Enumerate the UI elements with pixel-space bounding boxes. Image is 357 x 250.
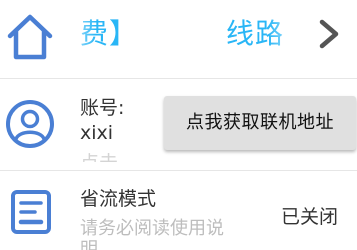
home-icon	[7, 14, 53, 60]
divider	[0, 170, 357, 171]
saving-mode-status[interactable]: 已关闭	[281, 202, 338, 229]
get-address-button[interactable]: 点我获取联机地址	[164, 96, 356, 150]
chevron-right-icon	[319, 19, 339, 49]
marquee-fade-right	[268, 8, 308, 60]
account-hint-clipped: 点击	[80, 152, 118, 162]
divider	[0, 78, 357, 79]
account-row: 账号: xixi 点击 点我获取联机地址	[0, 80, 357, 170]
document-icon	[11, 190, 51, 234]
account-label: 账号:	[80, 97, 125, 119]
saving-mode-description-cont: 明	[80, 240, 98, 250]
avatar-icon	[6, 100, 54, 148]
marquee-fade-left	[56, 8, 96, 60]
saving-mode-title: 省流模式	[80, 188, 157, 210]
account-value: xixi	[80, 122, 114, 144]
saving-mode-row[interactable]: 省流模式 请务必阅读使用说 明 已关闭	[0, 172, 357, 250]
next-button[interactable]	[306, 8, 350, 60]
home-button[interactable]	[0, 0, 60, 76]
saving-mode-description: 请务必阅读使用说	[80, 218, 224, 239]
